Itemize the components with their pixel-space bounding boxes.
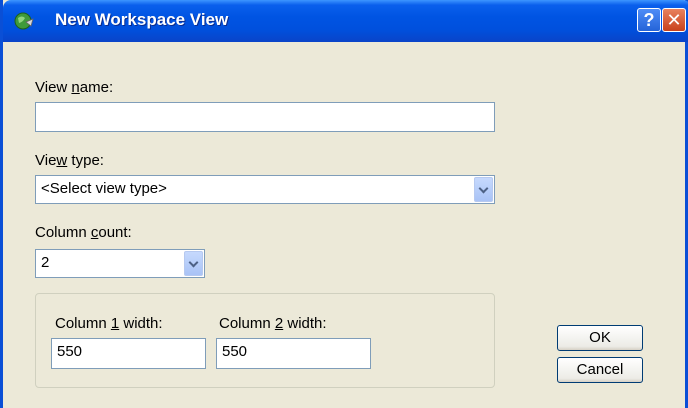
view-name-label: View name: [35,79,114,96]
view-name-input[interactable] [35,102,495,132]
dialog-window: New Workspace View ? ✕ View name: View t… [0,0,688,408]
column-count-label: Column count: [35,224,132,241]
column-count-select[interactable]: 2 [35,249,205,278]
column-2-width-input[interactable]: 550 [216,338,371,369]
cancel-button[interactable]: Cancel [557,357,643,383]
window-title: New Workspace View [55,10,229,29]
help-icon: ? [643,10,655,30]
help-button[interactable]: ? [637,8,661,32]
close-button[interactable]: ✕ [662,8,686,32]
globe-icon [14,12,34,30]
view-type-value: <Select view type> [41,180,167,197]
column-1-width-input[interactable]: 550 [51,338,206,369]
view-type-label: View type: [35,152,104,169]
chevron-down-icon[interactable] [184,251,203,276]
ok-button[interactable]: OK [557,325,643,351]
column-2-width-label: Column 2 width: [219,315,327,332]
chevron-down-icon[interactable] [474,177,493,202]
title-bar[interactable]: New Workspace View ? ✕ [3,0,688,42]
view-type-select[interactable]: <Select view type> [35,175,495,204]
close-icon: ✕ [666,10,682,30]
column-count-value: 2 [41,254,50,271]
column-1-width-label: Column 1 width: [55,315,163,332]
